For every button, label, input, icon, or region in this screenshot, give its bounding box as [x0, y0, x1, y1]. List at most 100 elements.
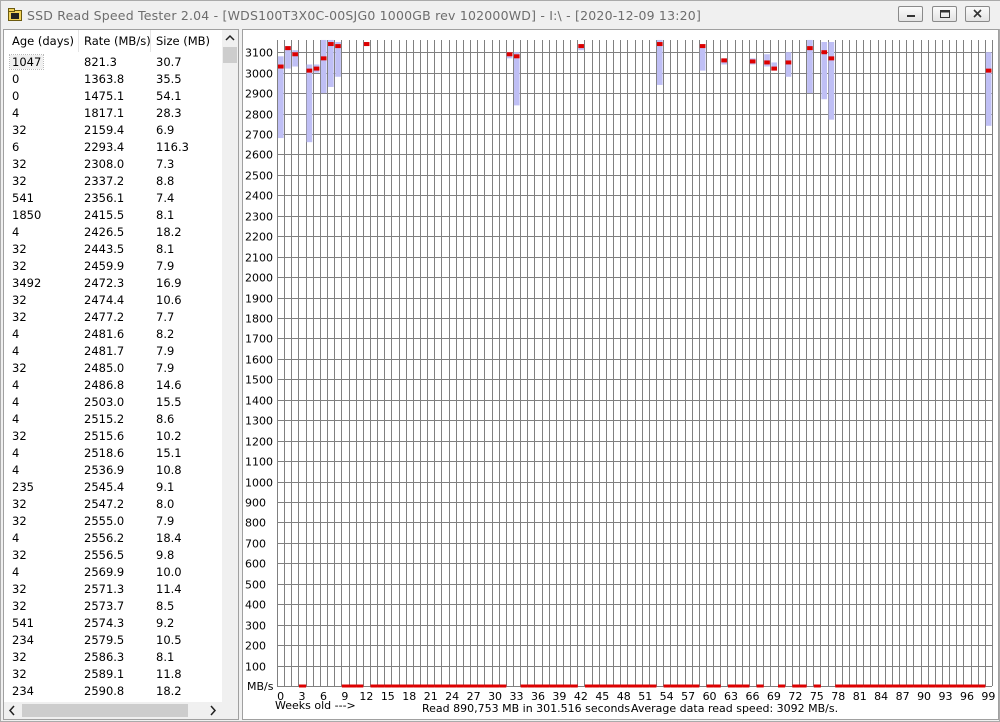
empty-week-marker: [527, 684, 535, 688]
read-summary: Read 890,753 MB in 301.516 seconds.: [422, 702, 634, 715]
list-item[interactable]: 32 2474.4 10.6: [4, 292, 222, 309]
column-header-rate[interactable]: Rate (MB/s): [84, 34, 151, 48]
list-item[interactable]: 4 2569.9 10.0: [4, 564, 222, 581]
rate-cell: 2555.0: [84, 514, 125, 528]
vertical-scrollbar[interactable]: [222, 30, 238, 702]
empty-week-marker: [441, 684, 450, 688]
close-button[interactable]: [965, 6, 990, 22]
empty-week-marker: [813, 684, 821, 688]
list-item[interactable]: 32 2485.0 7.9: [4, 360, 222, 377]
y-tick-label: 1000: [245, 477, 273, 490]
list-item[interactable]: 32 2547.2 8.0: [4, 496, 222, 513]
scroll-up-arrow-icon[interactable]: [222, 30, 238, 46]
column-header-size[interactable]: Size (MB): [156, 34, 210, 48]
size-cell: 28.3: [156, 106, 182, 120]
list-item[interactable]: 32 2589.1 11.8: [4, 666, 222, 683]
size-cell: 8.1: [156, 650, 175, 664]
size-cell: 10.6: [156, 293, 182, 307]
list-item[interactable]: 0 1475.1 54.1: [4, 88, 222, 105]
empty-week-marker: [735, 684, 743, 688]
empty-week-marker: [570, 684, 578, 688]
rate-cell: 2590.8: [84, 684, 125, 698]
speed-range-bar: [328, 39, 334, 87]
average-speed-marker: [285, 46, 291, 51]
age-cell: 4: [12, 378, 20, 392]
list-item[interactable]: 4 2515.2 8.6: [4, 411, 222, 428]
y-tick-label: 300: [245, 620, 266, 633]
list-item[interactable]: 32 2443.5 8.1: [4, 241, 222, 258]
list-item[interactable]: 0 1363.8 35.5: [4, 71, 222, 88]
empty-week-marker: [978, 684, 986, 688]
speed-range-bar: [656, 39, 663, 85]
list-item[interactable]: 541 2574.3 9.2: [4, 615, 222, 632]
y-tick-label: 400: [245, 599, 266, 612]
list-item[interactable]: 4 2486.8 14.6: [4, 377, 222, 394]
empty-week-marker: [935, 684, 943, 688]
size-cell: 15.1: [156, 446, 182, 460]
y-tick-label: 2400: [245, 190, 273, 203]
list-item[interactable]: 1047 821.3 30.7: [4, 54, 222, 71]
list-header: Age (days) Rate (MB/s) Size (MB): [4, 30, 222, 52]
title-bar[interactable]: SSD Read Speed Tester 2.04 - [WDS100T3X0…: [1, 1, 1000, 29]
list-item[interactable]: 6 2293.4 116.3: [4, 139, 222, 156]
list-item[interactable]: 4 2481.7 7.9: [4, 343, 222, 360]
minimize-icon: [907, 15, 915, 17]
list-item[interactable]: 234 2590.8 18.2: [4, 683, 222, 700]
empty-week-marker: [727, 684, 736, 688]
horizontal-scrollbar[interactable]: [4, 702, 222, 719]
age-cell: 4: [12, 531, 20, 545]
empty-week-marker: [677, 684, 686, 688]
y-tick-label: 1100: [245, 456, 273, 469]
average-speed-marker: [656, 42, 663, 47]
list-item[interactable]: 3492 2472.3 16.9: [4, 275, 222, 292]
list-item[interactable]: 32 2337.2 8.8: [4, 173, 222, 190]
list-item[interactable]: 32 2571.3 11.4: [4, 581, 222, 598]
empty-week-marker: [384, 684, 392, 688]
list-item[interactable]: 32 2159.4 6.9: [4, 122, 222, 139]
window-title: SSD Read Speed Tester 2.04 - [WDS100T3X0…: [27, 8, 702, 23]
list-item[interactable]: 32 2308.0 7.3: [4, 156, 222, 173]
x-tick-label: 90: [917, 690, 931, 703]
list-item[interactable]: 32 2555.0 7.9: [4, 513, 222, 530]
list-item[interactable]: 4 2556.2 18.4: [4, 530, 222, 547]
maximize-button[interactable]: [932, 6, 957, 22]
average-speed-marker: [506, 52, 513, 57]
list-item[interactable]: 32 2573.7 8.5: [4, 598, 222, 615]
minimize-button[interactable]: [898, 6, 923, 22]
list-item[interactable]: 32 2477.2 7.7: [4, 309, 222, 326]
results-list[interactable]: Age (days) Rate (MB/s) Size (MB) 1047 821…: [3, 29, 239, 720]
average-speed-marker: [313, 66, 320, 71]
list-item[interactable]: 32 2556.5 9.8: [4, 547, 222, 564]
x-tick-label: 84: [874, 690, 888, 703]
list-item[interactable]: 32 2586.3 8.1: [4, 649, 222, 666]
empty-week-marker: [449, 684, 457, 688]
y-tick-label: 1700: [245, 333, 273, 346]
list-item[interactable]: 234 2579.5 10.5: [4, 632, 222, 649]
horizontal-scroll-thumb[interactable]: [22, 704, 188, 717]
size-cell: 7.9: [156, 514, 175, 528]
list-item[interactable]: 4 2518.6 15.1: [4, 445, 222, 462]
column-divider[interactable]: [78, 30, 79, 52]
list-item[interactable]: 541 2356.1 7.4: [4, 190, 222, 207]
average-speed-marker: [749, 59, 756, 64]
average-speed-marker: [828, 56, 835, 61]
list-item[interactable]: 32 2515.6 10.2: [4, 428, 222, 445]
rate-cell: 2459.9: [84, 259, 125, 273]
vertical-scroll-thumb[interactable]: [223, 47, 237, 63]
empty-week-marker: [549, 684, 557, 688]
list-item[interactable]: 4 2503.0 15.5: [4, 394, 222, 411]
list-item[interactable]: 4 1817.1 28.3: [4, 105, 222, 122]
list-item[interactable]: 1850 2415.5 8.1: [4, 207, 222, 224]
column-divider[interactable]: [150, 30, 151, 52]
list-item[interactable]: 32 2459.9 7.9: [4, 258, 222, 275]
column-header-age[interactable]: Age (days): [12, 34, 74, 48]
scroll-left-arrow-icon[interactable]: [4, 702, 21, 719]
rate-cell: 1363.8: [84, 72, 125, 86]
list-item[interactable]: 235 2545.4 9.1: [4, 479, 222, 496]
list-item[interactable]: 4 2536.9 10.8: [4, 462, 222, 479]
y-tick-label: 1200: [245, 436, 273, 449]
list-item[interactable]: 4 2481.6 8.2: [4, 326, 222, 343]
empty-week-marker: [620, 684, 628, 688]
list-item[interactable]: 4 2426.5 18.2: [4, 224, 222, 241]
scroll-right-arrow-icon[interactable]: [204, 702, 221, 719]
